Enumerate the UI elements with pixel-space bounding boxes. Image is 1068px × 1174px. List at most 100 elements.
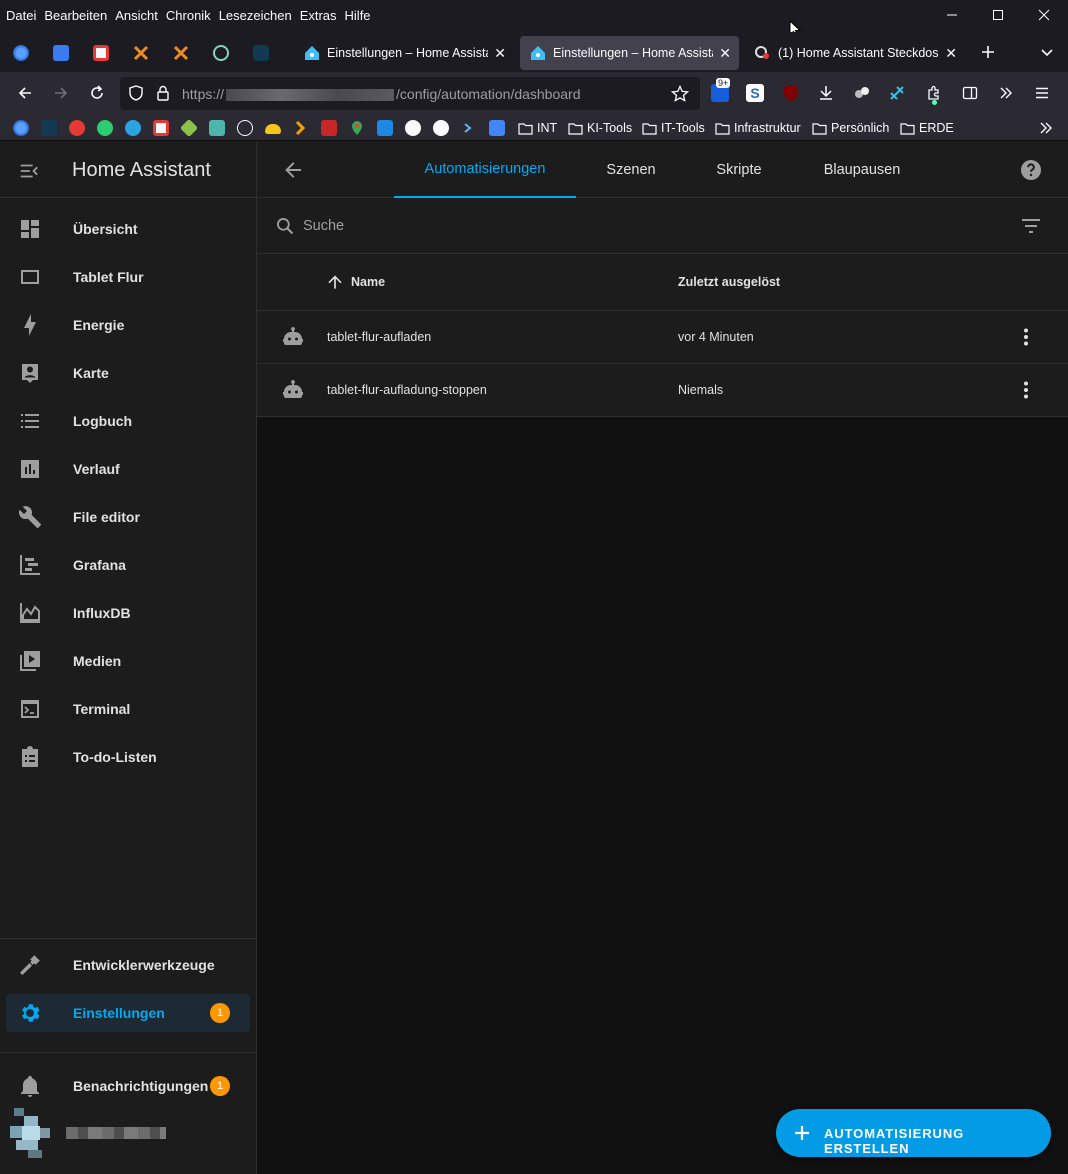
column-header-name[interactable]: Name <box>351 275 385 289</box>
tab-szenen[interactable]: Szenen <box>576 142 686 198</box>
close-tab-icon[interactable]: ✕ <box>945 45 957 62</box>
arrow-left-icon[interactable] <box>281 158 305 182</box>
tab-steckdose[interactable]: (1) Home Assistant Steckdose a ✕ <box>745 36 965 70</box>
tab-automatisierungen[interactable]: Automatisierungen <box>394 142 576 198</box>
pinned-tab-6[interactable] <box>208 40 234 66</box>
sidebar-item-entwicklerwerkzeuge[interactable]: Entwicklerwerkzeuge <box>6 946 250 984</box>
back-button[interactable] <box>11 79 39 107</box>
bookmark-alert-icon[interactable] <box>69 120 85 136</box>
extension-bitwarden-button[interactable]: 9+ <box>709 78 731 104</box>
pinned-tab-7[interactable] <box>248 40 274 66</box>
reload-button[interactable] <box>83 79 111 107</box>
minimize-button[interactable] <box>929 3 975 27</box>
bookmark-translate-icon[interactable] <box>489 120 505 136</box>
extensions-button[interactable] <box>923 82 945 105</box>
new-tab-button[interactable] <box>974 38 1002 66</box>
dots-vertical-icon[interactable] <box>1014 325 1038 349</box>
bookmark-aperture-icon[interactable] <box>405 120 421 136</box>
sidebar-item-karte[interactable]: Karte <box>6 354 250 392</box>
column-header-last-triggered[interactable]: Zuletzt ausgelöst <box>678 275 780 289</box>
maximize-button[interactable] <box>975 3 1021 27</box>
sidebar-item-tablet-flur[interactable]: Tablet Flur <box>6 258 250 296</box>
user-profile-item[interactable] <box>6 1108 246 1158</box>
overflow-menu-button[interactable] <box>995 82 1017 104</box>
sidebar-toggle-button[interactable] <box>959 82 981 104</box>
filter-icon[interactable] <box>1019 214 1043 238</box>
bookmark-folder-int[interactable]: INT <box>518 119 557 137</box>
sidebar-item-uebersicht[interactable]: Übersicht <box>6 210 250 248</box>
table-row[interactable]: tablet-flur-aufladen vor 4 Minuten <box>257 311 1068 364</box>
bookmark-check-icon[interactable] <box>377 120 393 136</box>
menu-open-icon[interactable] <box>18 160 40 182</box>
sidebar-item-file-editor[interactable]: File editor <box>6 498 250 536</box>
bookmark-cloud-icon[interactable] <box>265 124 281 134</box>
bookmark-diamond-icon[interactable] <box>179 118 199 138</box>
forward-button[interactable] <box>47 79 75 107</box>
bookmarks-overflow-button[interactable] <box>1038 120 1054 141</box>
pinned-tab-4[interactable] <box>128 40 154 66</box>
bookmark-terminal-icon[interactable] <box>461 120 477 136</box>
menu-bearbeiten[interactable]: Bearbeiten <box>44 8 107 23</box>
sidebar-item-benachrichtigungen[interactable]: Benachrichtigungen 1 <box>6 1067 250 1105</box>
close-tab-icon[interactable]: ✕ <box>719 45 731 62</box>
sidebar-item-influxdb[interactable]: InfluxDB <box>6 594 250 632</box>
bookmark-bolt-icon[interactable] <box>41 120 57 136</box>
sidebar-item-verlauf[interactable]: Verlauf <box>6 450 250 488</box>
create-automation-button[interactable]: AUTOMATISIERUNG ERSTELLEN <box>776 1109 1051 1157</box>
extension-dev-button[interactable] <box>886 82 908 104</box>
bookmark-image-icon[interactable] <box>209 120 225 136</box>
bookmark-v-icon[interactable] <box>433 120 449 136</box>
pinned-tab-3[interactable] <box>88 40 114 66</box>
menu-ansicht[interactable]: Ansicht <box>115 8 158 23</box>
search-input[interactable] <box>303 214 903 238</box>
tab-einstellungen-2[interactable]: Einstellungen – Home Assistant ✕ <box>520 36 739 70</box>
extension-ublock-button[interactable] <box>780 82 802 104</box>
sidebar-item-grafana[interactable]: Grafana <box>6 546 250 584</box>
bookmark-folder-ki-tools[interactable]: KI-Tools <box>568 119 632 137</box>
menu-lesezeichen[interactable]: Lesezeichen <box>219 8 292 23</box>
bookmark-folder-it-tools[interactable]: IT-Tools <box>642 119 705 137</box>
sidebar-item-terminal[interactable]: Terminal <box>6 690 250 728</box>
pinned-tab-2[interactable] <box>48 40 74 66</box>
app-menu-button[interactable] <box>1031 82 1053 104</box>
tab-skripte[interactable]: Skripte <box>686 142 792 198</box>
menu-datei[interactable]: Datei <box>6 8 36 23</box>
sidebar-item-logbuch[interactable]: Logbuch <box>6 402 250 440</box>
menu-hilfe[interactable]: Hilfe <box>345 8 371 23</box>
maximize-icon <box>993 10 1003 20</box>
pinned-tab-5[interactable] <box>168 40 194 66</box>
pinned-tab-1[interactable] <box>8 40 34 66</box>
menu-chronik[interactable]: Chronik <box>166 8 211 23</box>
tab-list-button[interactable] <box>1033 38 1061 66</box>
bookmark-folder-infrastruktur[interactable]: Infrastruktur <box>715 119 801 137</box>
sidebar-item-to-do-listen[interactable]: To-do-Listen <box>6 738 250 776</box>
downloads-button[interactable] <box>815 82 837 104</box>
sidebar-item-einstellungen[interactable]: Einstellungen 1 <box>6 994 250 1032</box>
sidebar-item-energie[interactable]: Energie <box>6 306 250 344</box>
bookmark-globe-outline-icon[interactable] <box>237 120 253 136</box>
close-tab-icon[interactable]: ✕ <box>494 45 506 62</box>
bookmark-folder-persoenlich[interactable]: Persönlich <box>812 119 889 137</box>
table-row[interactable]: tablet-flur-aufladung-stoppen Niemals <box>257 364 1068 417</box>
tab-blaupausen[interactable]: Blaupausen <box>792 142 932 198</box>
bookmark-chevron-icon[interactable] <box>293 120 309 136</box>
menu-extras[interactable]: Extras <box>300 8 337 23</box>
bookmark-globe-icon[interactable] <box>13 120 29 136</box>
dots-vertical-icon[interactable] <box>1014 378 1038 402</box>
extension-dots-button[interactable] <box>851 82 873 104</box>
extension-s-button[interactable]: S <box>744 82 766 104</box>
bookmark-maps-icon[interactable] <box>349 120 365 136</box>
bookmark-os-icon[interactable] <box>321 120 337 136</box>
bookmark-sync-icon[interactable] <box>97 120 113 136</box>
folder-label: KI-Tools <box>587 121 633 135</box>
sidebar-item-medien[interactable]: Medien <box>6 642 250 680</box>
arrow-up-icon[interactable] <box>325 272 345 292</box>
bookmark-app-icon[interactable] <box>153 120 169 136</box>
tab-einstellungen-1[interactable]: Einstellungen – Home Assistant ✕ <box>294 36 514 70</box>
bookmark-telegram-icon[interactable] <box>125 120 141 136</box>
close-window-button[interactable] <box>1021 3 1067 27</box>
bookmark-folder-erde[interactable]: ERDE <box>900 119 954 137</box>
help-icon[interactable] <box>1019 158 1043 182</box>
star-icon[interactable] <box>671 85 689 103</box>
url-bar[interactable]: https:// /config/automation/dashboard <box>120 77 700 110</box>
